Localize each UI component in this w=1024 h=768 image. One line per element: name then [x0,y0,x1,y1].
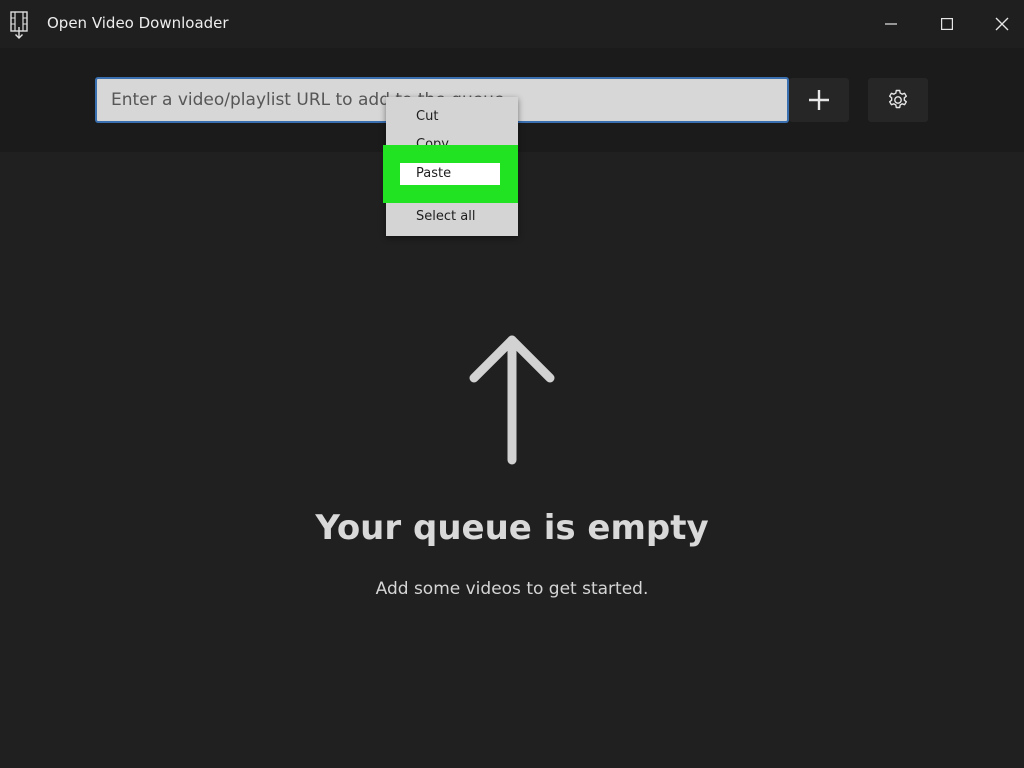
title-bar: Open Video Downloader [0,0,1024,48]
minimize-icon [885,23,897,25]
plus-icon [809,90,829,110]
close-button[interactable] [975,0,1024,48]
film-download-icon [8,10,32,40]
window-title: Open Video Downloader [47,14,229,32]
app-window: Open Video Downloader Enter a video/play… [0,0,1024,768]
maximize-icon [941,18,953,30]
minimize-button[interactable] [864,0,918,48]
gear-icon [889,89,907,109]
empty-queue-title: Your queue is empty [315,508,709,548]
menu-item-paste[interactable]: Paste [400,163,500,185]
settings-button[interactable] [868,78,928,122]
empty-queue-subtitle: Add some videos to get started. [375,579,649,599]
menu-item-cut[interactable]: Cut [416,109,438,124]
close-icon [995,17,1009,31]
maximize-button[interactable] [920,0,974,48]
add-button[interactable] [789,78,849,122]
arrow-up-icon [469,335,555,465]
menu-item-select-all[interactable]: Select all [416,209,475,224]
